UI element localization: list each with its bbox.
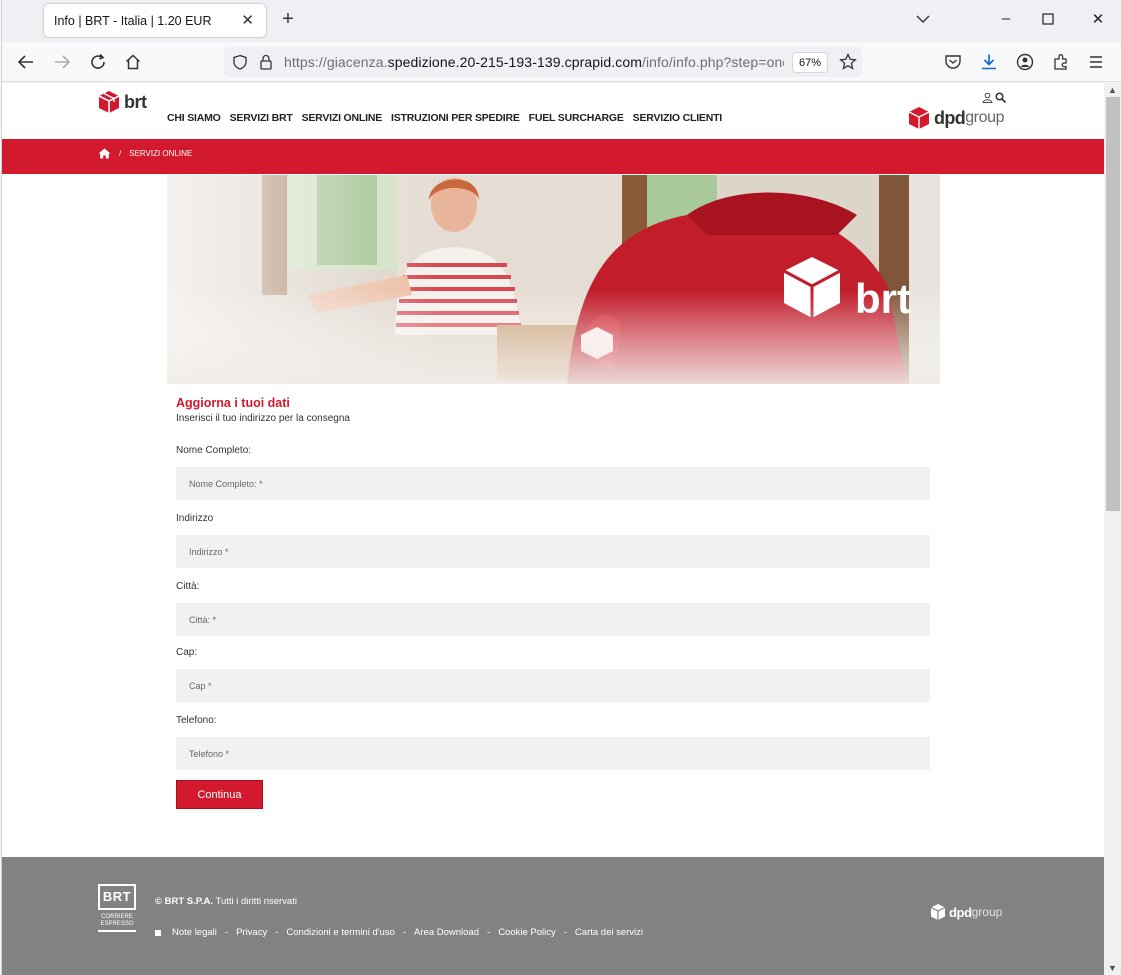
user-icon[interactable] <box>982 92 993 103</box>
site-header: brt CHI SIAMO SERVIZI BRT SERVIZI ONLINE… <box>2 83 1104 139</box>
footer-dpd-group-logo[interactable]: dpd group <box>930 903 1002 921</box>
hero-illustration: brt <box>167 175 940 384</box>
badge-line2: ESPRESSO <box>100 921 134 927</box>
footer-link-separator: - <box>275 927 279 938</box>
breadcrumb-current[interactable]: SERVIZI ONLINE <box>129 149 192 158</box>
menu-item-chi-siamo[interactable]: CHI SIAMO <box>167 112 221 124</box>
footer-link-separator: - <box>487 927 491 938</box>
form-subtitle: Inserisci il tuo indirizzo per la conseg… <box>176 413 350 424</box>
site-footer: BRT CORRIERE ESPRESSO © BRT S.P.A. Tutti… <box>2 857 1104 975</box>
menu-item-servizi-brt[interactable]: SERVIZI BRT <box>230 112 293 124</box>
copyright-text: Tutti i diritti riservati <box>213 896 297 907</box>
footer-link-cookie-policy[interactable]: Cookie Policy <box>498 927 556 938</box>
footer-group-word: group <box>971 905 1003 919</box>
lock-icon[interactable] <box>259 54 273 70</box>
brt-wordmark: brt <box>124 91 147 112</box>
tab-strip: Info | BRT - Italia | 1.20 EUR ✕ + – ✕ <box>2 0 1121 42</box>
navigation-toolbar: https://giacenza.spedizione.20-215-193-1… <box>2 42 1121 82</box>
copyright: © BRT S.P.A. Tutti i diritti riservati <box>155 896 297 907</box>
back-icon[interactable] <box>14 50 38 74</box>
browser-window: Info | BRT - Italia | 1.20 EUR ✕ + – ✕ h… <box>1 0 1121 975</box>
label-citta: Città: <box>176 581 200 592</box>
label-nome-completo: Nome Completo: <box>176 445 252 456</box>
bullet-square-icon <box>155 929 161 936</box>
label-cap: Cap: <box>176 647 198 658</box>
new-tab-icon[interactable]: + <box>278 8 298 31</box>
bookmark-star-icon[interactable] <box>839 53 857 71</box>
badge-line1: CORRIERE <box>101 914 133 920</box>
nome-completo-input[interactable] <box>176 467 930 500</box>
footer-link-separator: - <box>402 927 407 938</box>
url-bar[interactable]: https://giacenza.spedizione.20-215-193-1… <box>224 47 862 77</box>
label-indirizzo: Indirizzo <box>176 513 214 524</box>
breadcrumb-separator: / <box>119 149 122 158</box>
scrollbar-thumb[interactable] <box>1106 97 1120 511</box>
footer-link-separator: - <box>224 927 229 938</box>
menu-item-servizi-online[interactable]: SERVIZI ONLINE <box>302 112 383 124</box>
label-telefono: Telefono: <box>176 715 217 726</box>
dpd-group-logo[interactable]: dpd group <box>908 106 1005 130</box>
header-icons <box>982 92 1006 103</box>
menu-item-istruzioni[interactable]: ISTRUZIONI PER SPEDIRE <box>391 112 520 124</box>
url-domain: spedizione.20-215-193-139.cprapid.com <box>387 54 642 70</box>
close-tab-icon[interactable]: ✕ <box>241 11 254 29</box>
cap-input[interactable] <box>176 669 930 702</box>
footer-link-separator: - <box>563 927 567 938</box>
dpd-cube-icon <box>908 107 930 129</box>
menu-item-fuel-surcharge[interactable]: FUEL SURCHARGE <box>529 112 624 124</box>
footer-link-note-legali[interactable]: Note legali <box>172 927 217 938</box>
url-prefix: https://giacenza. <box>284 54 388 70</box>
scroll-down-icon[interactable]: ▼ <box>1108 963 1117 973</box>
url-path: /info/info.php?step=one <box>641 54 784 70</box>
tab-active[interactable]: Info | BRT - Italia | 1.20 EUR ✕ <box>44 4 266 37</box>
downloads-icon[interactable] <box>980 53 998 71</box>
footer-link-carta-servizi[interactable]: Carta dei servizi <box>575 927 643 938</box>
home-breadcrumb-icon[interactable] <box>98 148 111 159</box>
telefono-input[interactable] <box>176 737 930 770</box>
home-icon[interactable] <box>121 50 145 74</box>
group-word: group <box>965 109 1005 126</box>
page-viewport: brt CHI SIAMO SERVIZI BRT SERVIZI ONLINE… <box>2 83 1104 975</box>
tab-title: Info | BRT - Italia | 1.20 EUR <box>54 13 212 28</box>
brt-corriere-espresso-logo[interactable]: BRT CORRIERE ESPRESSO <box>98 884 136 938</box>
account-icon[interactable] <box>1016 53 1034 71</box>
forward-icon[interactable] <box>50 50 74 74</box>
brt-cube-icon <box>98 91 120 113</box>
indirizzo-input[interactable] <box>176 535 930 568</box>
pocket-icon[interactable] <box>944 54 962 70</box>
list-all-tabs-icon[interactable] <box>914 12 932 26</box>
badge-brt: BRT <box>98 884 136 910</box>
brt-logo[interactable]: brt <box>98 90 147 114</box>
reload-icon[interactable] <box>86 50 110 74</box>
close-window-icon[interactable]: ✕ <box>1088 10 1108 28</box>
update-data-form: Aggiorna i tuoi dati Inserisci il tuo in… <box>176 396 930 809</box>
shield-icon[interactable] <box>232 54 248 70</box>
main-menu: CHI SIAMO SERVIZI BRT SERVIZI ONLINE IST… <box>167 112 722 124</box>
minimize-icon[interactable]: – <box>996 10 1016 27</box>
page-scrollbar[interactable]: ▲ ▼ <box>1104 83 1121 975</box>
dpd-word: dpd <box>934 107 966 128</box>
hero-image: brt <box>167 175 940 384</box>
footer-dpd-cube-icon <box>930 904 946 920</box>
search-icon[interactable] <box>995 92 1006 103</box>
url-text[interactable]: https://giacenza.spedizione.20-215-193-1… <box>284 54 784 70</box>
breadcrumb: / SERVIZI ONLINE <box>98 148 192 159</box>
extensions-icon[interactable] <box>1052 53 1070 71</box>
continua-button[interactable]: Continua <box>176 780 263 809</box>
scroll-up-icon[interactable]: ▲ <box>1108 85 1117 95</box>
footer-links: Note legali - Privacy - Condizioni e ter… <box>155 927 643 938</box>
footer-dpd-word: dpd <box>949 904 972 920</box>
zoom-level[interactable]: 67% <box>792 52 828 73</box>
copyright-owner: © BRT S.P.A. <box>155 896 214 907</box>
menu-item-servizio-clienti[interactable]: SERVIZIO CLIENTI <box>633 112 723 124</box>
citta-input[interactable] <box>176 603 930 636</box>
form-title: Aggiorna i tuoi dati <box>176 396 290 410</box>
footer-link-area-download[interactable]: Area Download <box>414 927 479 938</box>
footer-link-condizioni[interactable]: Condizioni e termini d'uso <box>286 927 394 938</box>
menu-icon[interactable] <box>1088 55 1104 69</box>
footer-link-privacy[interactable]: Privacy <box>236 927 267 938</box>
breadcrumb-bar: / SERVIZI ONLINE <box>2 139 1104 174</box>
maximize-icon[interactable] <box>1042 13 1054 25</box>
